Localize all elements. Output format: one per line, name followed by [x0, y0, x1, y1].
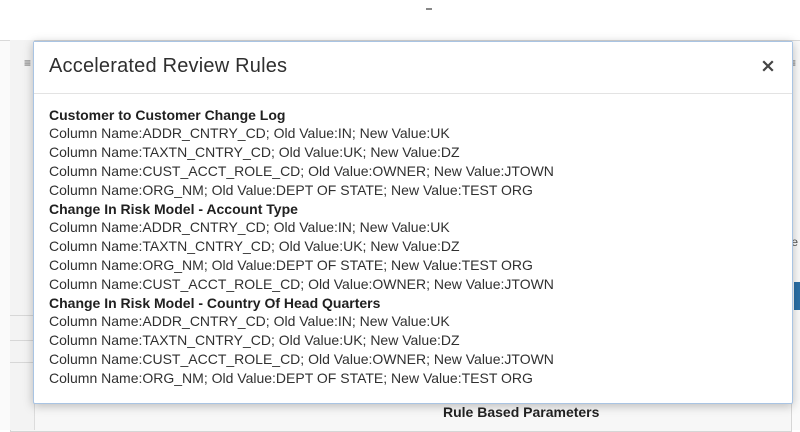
dialog-header: Accelerated Review Rules: [34, 42, 792, 94]
top-bar: [0, 0, 800, 41]
rule-based-parameters-heading: Rule Based Parameters: [443, 404, 599, 420]
section-title: Change In Risk Model - Country Of Head Q…: [49, 294, 778, 312]
left-panel: [10, 40, 35, 430]
rule-section-customer-change-log: Customer to Customer Change Log Column N…: [49, 106, 778, 200]
accent-strip: [794, 282, 800, 310]
section-title: Customer to Customer Change Log: [49, 106, 778, 124]
accelerated-review-rules-dialog: Accelerated Review Rules Customer to Cus…: [33, 41, 793, 404]
rule-row: Column Name:TAXTN_CNTRY_CD; Old Value:UK…: [49, 143, 778, 162]
close-icon: [761, 59, 775, 78]
rule-row: Column Name:TAXTN_CNTRY_CD; Old Value:UK…: [49, 331, 778, 350]
section-title: Change In Risk Model - Account Type: [49, 200, 778, 218]
rule-row: Column Name:ORG_NM; Old Value:DEPT OF ST…: [49, 369, 778, 388]
rule-section-country-head-quarters: Change In Risk Model - Country Of Head Q…: [49, 294, 778, 388]
rule-row: Column Name:ADDR_CNTRY_CD; Old Value:IN;…: [49, 124, 778, 143]
top-indicator: [426, 8, 432, 10]
rule-row: Column Name:ORG_NM; Old Value:DEPT OF ST…: [49, 256, 778, 275]
rule-section-account-type: Change In Risk Model - Account Type Colu…: [49, 200, 778, 294]
close-button[interactable]: [758, 58, 778, 78]
rule-row: Column Name:CUST_ACCT_ROLE_CD; Old Value…: [49, 275, 778, 294]
dialog-title: Accelerated Review Rules: [49, 55, 287, 78]
rule-row: Column Name:ORG_NM; Old Value:DEPT OF ST…: [49, 181, 778, 200]
rule-row: Column Name:ADDR_CNTRY_CD; Old Value:IN;…: [49, 218, 778, 237]
rule-row: Column Name:TAXTN_CNTRY_CD; Old Value:UK…: [49, 237, 778, 256]
dialog-body: Customer to Customer Change Log Column N…: [49, 106, 778, 393]
menu-icon[interactable]: ≡: [24, 56, 31, 70]
rule-row: Column Name:ADDR_CNTRY_CD; Old Value:IN;…: [49, 312, 778, 331]
rule-row: Column Name:CUST_ACCT_ROLE_CD; Old Value…: [49, 350, 778, 369]
rule-row: Column Name:CUST_ACCT_ROLE_CD; Old Value…: [49, 162, 778, 181]
